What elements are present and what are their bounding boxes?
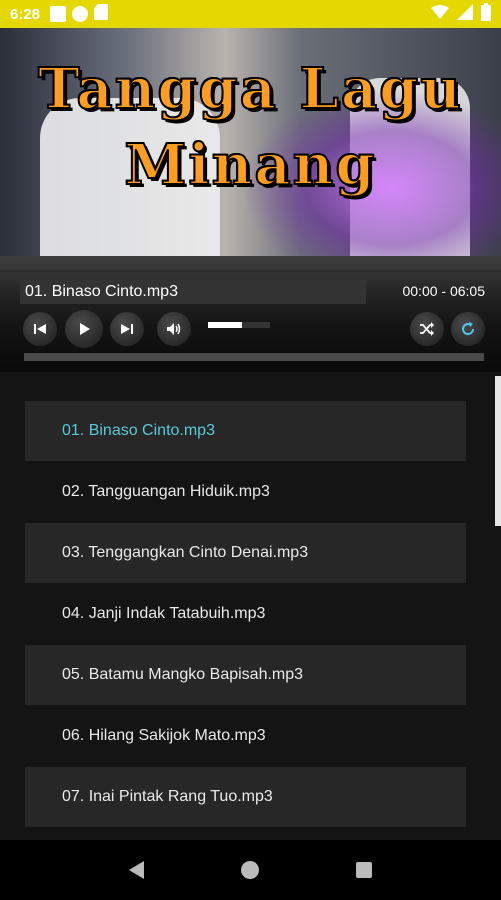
- next-button[interactable]: [110, 312, 144, 346]
- play-icon: [80, 323, 90, 335]
- app-icon: [50, 6, 67, 22]
- previous-icon: [34, 324, 46, 334]
- seek-bar[interactable]: [24, 353, 484, 361]
- status-time: 6:28: [10, 5, 41, 23]
- wifi-icon: [431, 4, 449, 24]
- next-icon: [121, 324, 133, 334]
- current-track-title: 01. Binaso Cinto.mp3: [25, 283, 178, 300]
- shuffle-button[interactable]: [410, 312, 444, 346]
- status-bar: 6:28: [0, 0, 501, 28]
- playlist-item[interactable]: 04. Janji Indak Tatabuih.mp3: [25, 584, 466, 644]
- playlist-item[interactable]: 02. Tangguangan Hiduik.mp3: [25, 462, 466, 522]
- home-icon: [241, 861, 260, 879]
- playlist-item-label: 07. Inai Pintak Rang Tuo.mp3: [62, 788, 273, 805]
- sd-card-icon: [94, 3, 109, 25]
- status-icons-left: [50, 3, 109, 25]
- time-display: 00:00 - 06:05: [402, 283, 485, 299]
- volume-slider[interactable]: [208, 322, 270, 328]
- playlist-item-label: 03. Tenggangkan Cinto Denai.mp3: [62, 544, 309, 561]
- current-track-display: 01. Binaso Cinto.mp3: [20, 280, 366, 304]
- playlist-item-label: 04. Janji Indak Tatabuih.mp3: [62, 605, 266, 622]
- recents-button[interactable]: [352, 858, 376, 882]
- playlist-item-label: 02. Tangguangan Hiduik.mp3: [62, 483, 270, 500]
- playlist-item[interactable]: 03. Tenggangkan Cinto Denai.mp3: [25, 523, 466, 583]
- player-divider: [0, 270, 501, 272]
- playlist-item[interactable]: 06. Hilang Sakijok Mato.mp3: [25, 706, 466, 766]
- battery-icon: [481, 2, 491, 26]
- previous-button[interactable]: [23, 312, 57, 346]
- app-icon: [72, 6, 89, 22]
- back-icon: [128, 861, 144, 879]
- home-button[interactable]: [238, 858, 262, 882]
- shuffle-icon: [420, 322, 434, 336]
- signal-icon: [457, 3, 473, 25]
- repeat-icon: [462, 322, 475, 336]
- playlist-item-label: 05. Batamu Mangko Bapisah.mp3: [62, 666, 304, 683]
- navigation-bar: [0, 840, 501, 900]
- play-button[interactable]: [65, 310, 103, 348]
- back-button[interactable]: [125, 858, 149, 882]
- banner-title-line1: Tangga Lagu: [37, 55, 463, 123]
- volume-slider-fill: [208, 322, 243, 328]
- recents-icon: [356, 862, 373, 878]
- player-panel: 01. Binaso Cinto.mp3 00:00 - 06:05: [0, 256, 501, 372]
- playlist-item-label: 06. Hilang Sakijok Mato.mp3: [62, 727, 266, 744]
- status-icons-right: [431, 2, 491, 26]
- volume-icon: [167, 323, 181, 335]
- playlist: 01. Binaso Cinto.mp3 02. Tangguangan Hidu…: [0, 372, 501, 840]
- banner-title-line2: Minang: [123, 131, 377, 199]
- banner-image: Tangga Lagu Minang: [0, 28, 501, 256]
- repeat-button[interactable]: [451, 312, 485, 346]
- playlist-item[interactable]: 05. Batamu Mangko Bapisah.mp3: [25, 645, 466, 705]
- playlist-item-label: 01. Binaso Cinto.mp3: [62, 422, 215, 439]
- playlist-item[interactable]: 01. Binaso Cinto.mp3: [25, 401, 466, 461]
- volume-button[interactable]: [157, 312, 191, 346]
- playlist-item[interactable]: 07. Inai Pintak Rang Tuo.mp3: [25, 767, 466, 827]
- scrollbar[interactable]: [495, 376, 501, 526]
